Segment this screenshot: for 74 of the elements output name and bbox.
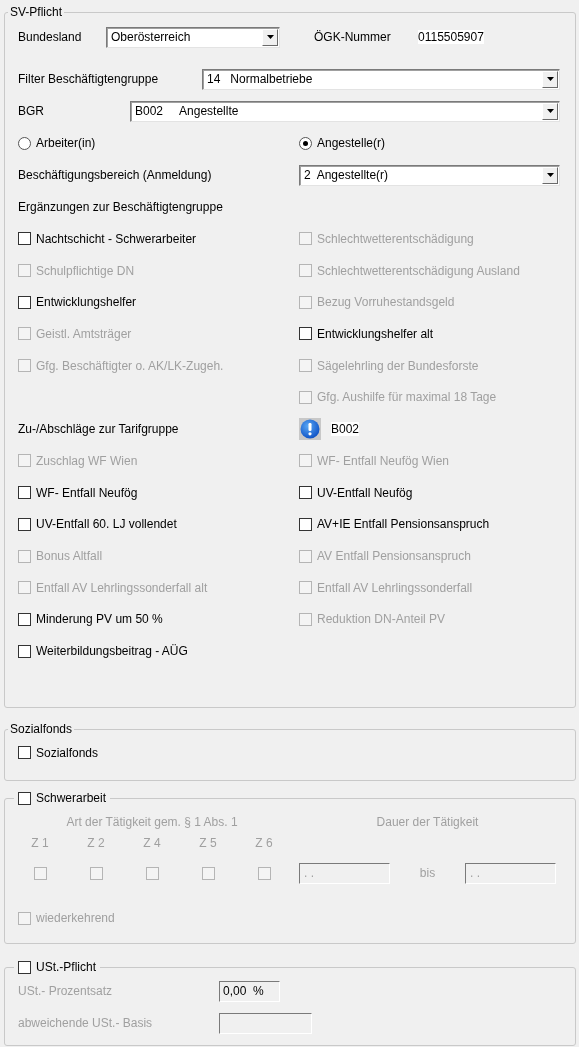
checkbox-label: UV-Entfall 60. LJ vollendet	[36, 517, 177, 532]
checkbox-label: Nachtschicht - Schwerarbeiter	[36, 231, 197, 246]
checkbox[interactable]	[299, 486, 312, 500]
dropdown[interactable]: B002 Angestellte	[130, 100, 560, 122]
checkbox[interactable]	[18, 791, 31, 805]
group-code: B002	[331, 422, 360, 437]
caret-icon	[546, 109, 554, 113]
checkbox-label: Entwicklungshelfer alt	[317, 326, 434, 341]
dropdown[interactable]: 2 Angestellte(r)	[299, 164, 560, 186]
checkbox[interactable]	[18, 746, 31, 760]
column-header: Dauer der Tätigkeit	[376, 815, 479, 829]
checkbox-label: WF- Entfall Neufög	[36, 485, 138, 500]
checkbox-label: Entfall AV Lehrlingssonderfall	[317, 580, 473, 595]
checkbox-label: wiederkehrend	[36, 911, 115, 925]
radio-label: Arbeiter(in)	[36, 136, 96, 150]
group-title: Sozialfonds	[10, 722, 73, 736]
checkbox-label: WF- Entfall Neufög Wien	[317, 453, 450, 468]
checkbox-label: Sägelehrling der Bundesforste	[317, 358, 479, 373]
checkbox-label: Gfg. Aushilfe für maximal 18 Tage	[317, 390, 497, 405]
field-label: abweichende USt.- Basis	[18, 1016, 154, 1030]
checkbox[interactable]	[18, 644, 31, 658]
checkbox[interactable]	[18, 960, 31, 974]
radio-button[interactable]	[299, 136, 312, 150]
checkbox-label: Schlechtwetterentschädigung	[317, 231, 474, 246]
checkbox[interactable]	[18, 517, 31, 531]
checkbox-label: Z 5	[199, 835, 217, 850]
checkbox[interactable]	[299, 517, 312, 531]
column-header: Art der Tätigkeit gem. § 1 Abs. 1	[66, 815, 238, 829]
range-label: bis	[419, 866, 436, 880]
checkbox-label: Z 4	[143, 835, 161, 850]
checkbox-label: Weiterbildungsbeitrag - AÜG	[36, 644, 188, 659]
checkbox-label: Z 6	[255, 835, 273, 850]
field-label: ÖGK-Nummer	[314, 30, 392, 44]
checkbox[interactable]	[299, 327, 312, 341]
checkbox-label: Geistl. Amtsträger	[36, 326, 132, 341]
info-icon[interactable]	[299, 418, 321, 441]
radio-button[interactable]	[18, 136, 31, 150]
checkbox[interactable]	[18, 295, 31, 309]
dropdown[interactable]: Oberösterreich	[106, 26, 280, 48]
dropdown[interactable]: 14 Normalbetriebe	[202, 68, 560, 90]
checkbox-label: Zuschlag WF Wien	[36, 453, 138, 468]
checkbox-label: Bezug Vorruhestandsgeld	[317, 295, 455, 310]
caret-icon	[546, 77, 554, 81]
field-label: Bundesland	[18, 30, 83, 44]
checkbox-label: Reduktion DN-Anteil PV	[317, 612, 446, 627]
checkbox-label: Schwerarbeit	[36, 790, 107, 806]
section-label: Zu-/Abschläge zur Tarifgruppe	[18, 422, 180, 437]
checkbox-label: Gfg. Beschäftigter o. AK/LK-Zugeh.	[36, 358, 224, 373]
checkbox-label: Z 1	[31, 835, 49, 850]
checkbox-label: Minderung PV um 50 %	[36, 612, 163, 627]
field-label: Beschäftigungsbereich (Anmeldung)	[18, 168, 213, 182]
checkbox-label: Bonus Altfall	[36, 549, 103, 564]
checkbox-label: Sozialfonds	[36, 745, 99, 760]
checkbox-label: Schlechtwetterentschädigung Ausland	[317, 263, 520, 278]
checkbox-label: UV-Entfall Neufög	[317, 485, 413, 500]
radio-label: Angestelle(r)	[317, 136, 386, 150]
field-label: Filter Beschäftigtengruppe	[18, 72, 160, 86]
number-value: 0115505907	[418, 30, 484, 44]
caret-icon	[546, 173, 554, 177]
checkbox-label: USt.-Pflicht	[36, 959, 96, 975]
checkbox-label: Z 2	[87, 835, 105, 850]
group-title: SV-Pflicht	[10, 5, 63, 19]
field-label: BGR	[18, 104, 45, 118]
checkbox-label: AV Entfall Pensionsanspruch	[317, 549, 471, 564]
checkbox[interactable]	[18, 486, 31, 500]
section-label: Ergänzungen zur Beschäftigtengruppe	[18, 200, 223, 214]
caret-icon	[266, 35, 274, 39]
checkbox-label: Entfall AV Lehrlingssonderfall alt	[36, 580, 208, 595]
field-label: USt.- Prozentsatz	[18, 984, 114, 998]
checkbox-label: Schulpflichtige DN	[36, 263, 135, 278]
checkbox[interactable]	[18, 612, 31, 626]
checkbox[interactable]	[18, 232, 31, 246]
checkbox-label: AV+IE Entfall Pensionsanspruch	[317, 517, 490, 532]
checkbox-label: Entwicklungshelfer	[36, 295, 137, 310]
